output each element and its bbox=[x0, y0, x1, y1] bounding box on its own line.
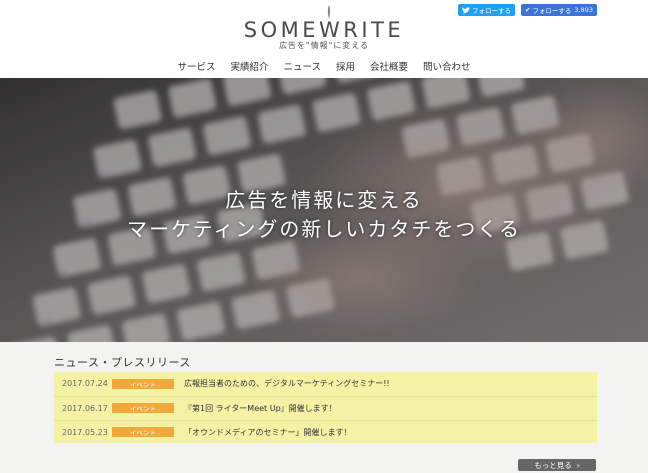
news-list: 2017.07.24 イベント 広報担当者のための、デジタルマーケティングセミナ… bbox=[54, 372, 597, 443]
site-header: SOMEWRITE 広告を"情報"に変える フォローする ✔ フォローする 3,… bbox=[0, 0, 648, 78]
news-item[interactable]: 2017.05.23 イベント 「オウンドメディアのセミナー」開催します！ bbox=[54, 420, 597, 443]
news-category-badge: イベント bbox=[112, 403, 174, 413]
news-category-badge: イベント bbox=[112, 378, 174, 389]
nav-item-contact[interactable]: 問い合わせ bbox=[423, 59, 471, 73]
news-item[interactable]: 2017.06.17 イベント 『第1回 ライターMeet Up』開催します！ bbox=[54, 396, 597, 419]
news-title-link[interactable]: 『第1回 ライターMeet Up』開催します！ bbox=[184, 403, 337, 414]
news-title-link[interactable]: 広報担当者のための、デジタルマーケティングセミナー!! bbox=[184, 378, 390, 389]
more-news-label: もっと見る bbox=[534, 460, 572, 470]
news-title-link[interactable]: 「オウンドメディアのセミナー」開催します！ bbox=[184, 427, 351, 438]
news-item[interactable]: 2017.07.24 イベント 広報担当者のための、デジタルマーケティングセミナ… bbox=[54, 372, 597, 395]
social-buttons: フォローする ✔ フォローする 3,893 bbox=[457, 4, 597, 16]
news-section: ニュース・プレスリリース 2017.07.24 イベント 広報担当者のための、デ… bbox=[0, 342, 648, 473]
site-logo[interactable]: SOMEWRITE bbox=[0, 18, 648, 42]
nav-item-news[interactable]: ニュース bbox=[283, 59, 321, 73]
logo-text[interactable]: SOMEWRITE bbox=[244, 18, 404, 42]
news-category-badge: イベント bbox=[112, 427, 174, 437]
hero-subheadline: マーケティングの新しいカタチをつくる bbox=[127, 217, 521, 241]
nav-item-recruit[interactable]: 採用 bbox=[336, 59, 355, 73]
news-date: 2017.07.24 bbox=[62, 379, 108, 388]
news-date: 2017.06.17 bbox=[62, 403, 108, 413]
twitter-follow-label: フォローする bbox=[471, 7, 511, 15]
check-icon: ✔ bbox=[524, 6, 531, 14]
hero-headline: 広告を情報に変える bbox=[225, 188, 423, 212]
quill-icon bbox=[327, 5, 331, 19]
more-news-button[interactable]: もっと見る › bbox=[518, 459, 596, 471]
twitter-bird-icon bbox=[461, 6, 470, 13]
facebook-follow-label: フォローする bbox=[532, 7, 572, 15]
nav-item-services[interactable]: サービス bbox=[177, 59, 215, 73]
news-section-title: ニュース・プレスリリース bbox=[54, 356, 191, 369]
main-nav: サービス 実績紹介 ニュース 採用 会社概要 問い合わせ bbox=[0, 59, 648, 73]
nav-item-works[interactable]: 実績紹介 bbox=[230, 59, 268, 73]
nav-item-company[interactable]: 会社概要 bbox=[370, 59, 408, 73]
facebook-follow-button[interactable]: ✔ フォローする 3,893 bbox=[520, 4, 597, 16]
hero-banner: 広告を情報に変える マーケティングの新しいカタチをつくる bbox=[0, 78, 648, 342]
logo-tagline: 広告を"情報"に変える bbox=[278, 41, 370, 50]
facebook-follower-count: 3,893 bbox=[574, 6, 593, 14]
twitter-follow-button[interactable]: フォローする bbox=[457, 4, 515, 16]
news-date: 2017.05.23 bbox=[62, 427, 108, 437]
chevron-right-icon: › bbox=[576, 460, 580, 470]
